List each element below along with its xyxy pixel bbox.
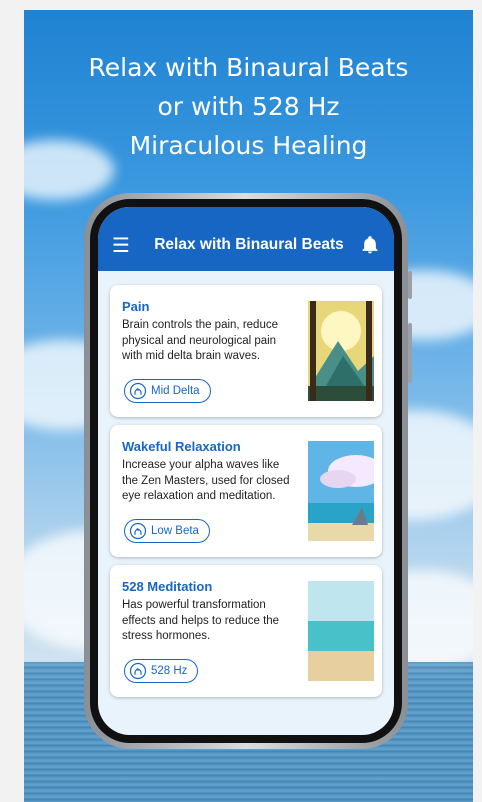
frequency-chip[interactable]: 528 Hz [124,659,199,683]
card-description: Brain controls the pain, reduce physical… [122,319,278,362]
chip-label: 528 Hz [151,665,188,677]
headline-line: Relax with Binaural Beats [88,53,409,82]
volume-button [408,271,412,299]
card-description: Has powerful transformation effects and … [122,599,280,642]
headline-line: or with 528 Hz [157,92,340,121]
promo-headline: Relax with Binaural Beats or with 528 Hz… [24,48,473,165]
list-item[interactable]: Wakeful Relaxation Increase your alpha w… [110,425,382,557]
card-list: Pain Brain controls the pain, reduce phy… [98,271,394,697]
list-item[interactable]: Pain Brain controls the pain, reduce phy… [110,285,382,417]
frequency-chip[interactable]: Mid Delta [124,379,211,403]
app-bar: ☰ Relax with Binaural Beats [98,207,394,271]
promo-background: Relax with Binaural Beats or with 528 Hz… [24,10,473,802]
head-waves-icon [129,522,147,540]
bell-icon[interactable] [360,235,380,255]
frequency-chip[interactable]: Low Beta [124,519,210,543]
head-waves-icon [129,662,147,680]
app-screen: ☰ Relax with Binaural Beats Pain Brain c… [98,207,394,735]
chip-label: Mid Delta [151,385,200,397]
phone-mockup: ☰ Relax with Binaural Beats Pain Brain c… [84,193,412,749]
card-description: Increase your alpha waves like the Zen M… [122,459,290,502]
headline-line: Miraculous Healing [129,131,368,160]
card-thumbnail-forest-mountain [308,301,374,401]
card-thumbnail-beach-clouds [308,441,374,541]
list-item[interactable]: 528 Meditation Has powerful transformati… [110,565,382,697]
chip-label: Low Beta [151,525,199,537]
app-title: Relax with Binaural Beats [154,236,344,253]
hamburger-menu-icon[interactable]: ☰ [112,233,138,258]
power-button [408,323,412,383]
card-thumbnail-sea-sand [308,581,374,681]
head-waves-icon [129,382,147,400]
phone-bezel: ☰ Relax with Binaural Beats Pain Brain c… [90,199,402,743]
